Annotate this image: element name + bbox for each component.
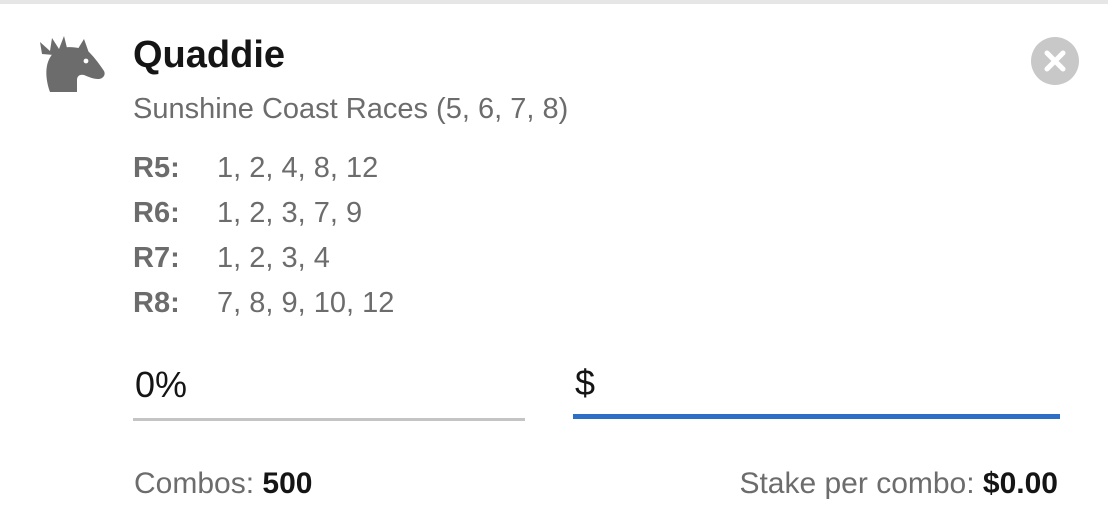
leg-code: R5: bbox=[133, 152, 180, 184]
leg-runners: 7, 8, 9, 10, 12 bbox=[217, 287, 395, 319]
meeting-name: Sunshine Coast Races (5, 6, 7, 8) bbox=[133, 93, 569, 125]
percentage-field[interactable]: 0% bbox=[133, 364, 525, 421]
percentage-value: 0% bbox=[135, 364, 188, 405]
stake-per-combo-value: $0.00 bbox=[982, 467, 1058, 500]
horse-head-icon bbox=[36, 36, 108, 98]
leg-code: R7: bbox=[133, 242, 180, 274]
leg-runners: 1, 2, 4, 8, 12 bbox=[217, 152, 379, 184]
combos-label: Combos: bbox=[134, 467, 255, 500]
leg-runners: 1, 2, 3, 4 bbox=[217, 242, 330, 274]
stake-per-combo-label: Stake per combo: bbox=[739, 467, 975, 500]
combos-summary: Combos: 500 bbox=[134, 467, 312, 501]
stake-field[interactable]: $ bbox=[573, 362, 1060, 419]
currency-prefix: $ bbox=[575, 362, 596, 403]
leg-code: R6: bbox=[133, 197, 180, 229]
quaddie-bet-card: Quaddie Sunshine Coast Races (5, 6, 7, 8… bbox=[0, 4, 1108, 517]
stake-per-combo-summary: Stake per combo: $0.00 bbox=[739, 467, 1058, 501]
combos-value: 500 bbox=[262, 467, 313, 500]
close-button[interactable] bbox=[1031, 37, 1079, 85]
leg-code: R8: bbox=[133, 287, 180, 319]
bet-type-title: Quaddie bbox=[133, 34, 286, 76]
close-icon bbox=[1044, 50, 1066, 72]
leg-runners: 1, 2, 3, 7, 9 bbox=[217, 197, 363, 229]
stake-input[interactable] bbox=[611, 366, 1051, 410]
